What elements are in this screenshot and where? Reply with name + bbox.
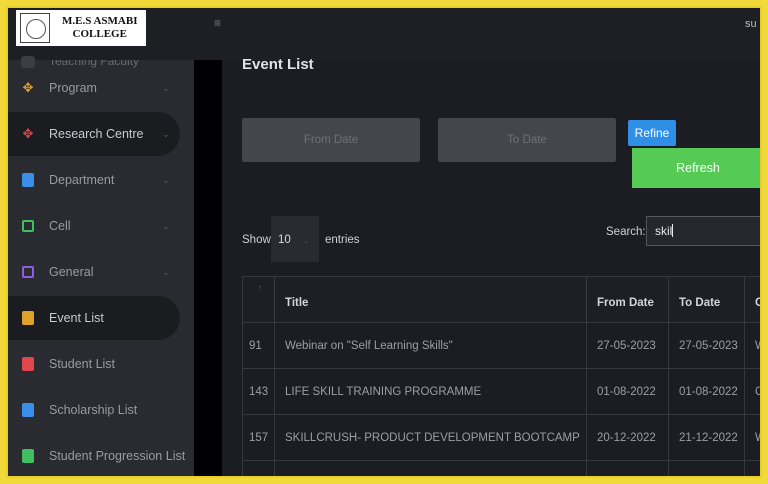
sidebar-item-label: Program bbox=[49, 81, 97, 95]
to-date-input[interactable]: To Date bbox=[438, 118, 616, 162]
sidebar-item-label: Scholarship List bbox=[49, 403, 138, 417]
table-row[interactable]: 178 Platform Skills for Psychologist 04-… bbox=[242, 460, 760, 476]
square-icon bbox=[22, 220, 34, 232]
sidebar-item-research-centre[interactable]: ✥ Research Centre ⌄ bbox=[8, 112, 180, 156]
cell-to-date: 21-12-2022 bbox=[668, 414, 745, 461]
college-seal-icon bbox=[20, 13, 50, 43]
sidebar-item-label: Department bbox=[49, 173, 115, 187]
sidebar-item-label: Student List bbox=[49, 357, 116, 371]
sidebar-item-cell[interactable]: Cell ⌄ bbox=[8, 204, 194, 248]
sidebar-item-student-progression-list[interactable]: Student Progression List bbox=[8, 434, 194, 476]
table-row[interactable]: 143 LIFE SKILL TRAINING PROGRAMME 01-08-… bbox=[242, 368, 760, 415]
sidebar-gutter bbox=[194, 60, 222, 476]
sidebar-item-general[interactable]: General ⌄ bbox=[8, 250, 194, 294]
college-name-line1: M.E.S ASMABI bbox=[62, 15, 138, 27]
sidebar-item-label: Event List bbox=[49, 311, 104, 325]
cell-category: We bbox=[744, 460, 760, 476]
document-icon bbox=[22, 311, 34, 325]
sidebar-item-label: Student Progression List bbox=[49, 449, 186, 463]
column-header-category[interactable]: Ca bbox=[744, 276, 760, 323]
college-name: M.E.S ASMABI COLLEGE bbox=[62, 15, 138, 41]
square-icon bbox=[22, 266, 34, 278]
top-bar: M.E.S ASMABI COLLEGE ≡ su bbox=[8, 8, 760, 60]
chevron-down-icon: ⌄ bbox=[162, 82, 170, 93]
document-icon bbox=[22, 403, 34, 417]
cell-title: SKILLCRUSH- PRODUCT DEVELOPMENT BOOTCAMP bbox=[274, 414, 587, 461]
gear-dots-icon: ✥ bbox=[22, 126, 34, 141]
cell-to-date: 01-08-2022 bbox=[668, 368, 745, 415]
cell-category: We bbox=[744, 322, 760, 369]
hamburger-icon[interactable]: ≡ bbox=[214, 16, 221, 30]
sidebar-item-label: Research Centre bbox=[49, 127, 144, 141]
text-caret bbox=[672, 224, 674, 237]
cell-category: Ot bbox=[744, 368, 760, 415]
table-row[interactable]: 91 Webinar on "Self Learning Skills" 27-… bbox=[242, 322, 760, 369]
cell-from-date: 04-12-2022 bbox=[586, 460, 669, 476]
sidebar-item-label: Cell bbox=[49, 219, 71, 233]
cell-title: Platform Skills for Psychologist bbox=[274, 460, 587, 476]
cell-id: 157 bbox=[242, 414, 275, 461]
search-value: skil bbox=[655, 224, 673, 238]
cell-to-date: 27-05-2023 bbox=[668, 322, 745, 369]
from-date-input[interactable]: From Date bbox=[242, 118, 420, 162]
cell-title: LIFE SKILL TRAINING PROGRAMME bbox=[274, 368, 587, 415]
cell-id: 91 bbox=[242, 322, 275, 369]
show-label: Show bbox=[242, 234, 271, 246]
sidebar-item-department[interactable]: Department ⌄ bbox=[8, 158, 194, 202]
user-menu[interactable]: su bbox=[745, 18, 757, 30]
cell-from-date: 01-08-2022 bbox=[586, 368, 669, 415]
cell-category: Wo bbox=[744, 414, 760, 461]
cell-id: 143 bbox=[242, 368, 275, 415]
sidebar-item-student-list[interactable]: Student List bbox=[8, 342, 194, 386]
sort-arrow-icon[interactable]: ↑ bbox=[242, 276, 275, 323]
page-title: Event List bbox=[242, 56, 314, 73]
gear-dots-icon: ✥ bbox=[22, 80, 34, 95]
document-icon bbox=[22, 449, 34, 463]
entries-value: 10 bbox=[278, 234, 291, 246]
cell-from-date: 20-12-2022 bbox=[586, 414, 669, 461]
college-logo[interactable]: M.E.S ASMABI COLLEGE bbox=[16, 10, 146, 46]
entries-select[interactable]: 10 ⌄ bbox=[271, 216, 319, 262]
chevron-down-icon: ⌄ bbox=[162, 220, 170, 231]
main-content: Event List From Date To Date Refine Refr… bbox=[222, 56, 760, 476]
chevron-down-icon: ⌄ bbox=[162, 174, 170, 185]
entries-label: entries bbox=[325, 234, 360, 246]
cell-id: 178 bbox=[242, 460, 275, 476]
cell-to-date: 18-01-2023 bbox=[668, 460, 745, 476]
sidebar-item-label: General bbox=[49, 265, 94, 279]
column-header-from-date[interactable]: From Date bbox=[586, 276, 669, 323]
cell-from-date: 27-05-2023 bbox=[586, 322, 669, 369]
chevron-down-icon: ⌄ bbox=[162, 266, 170, 277]
sidebar-item-event-list[interactable]: Event List bbox=[8, 296, 180, 340]
table-header-row: ↑ Title From Date To Date Ca bbox=[242, 276, 760, 323]
refresh-button[interactable]: Refresh bbox=[632, 148, 760, 188]
search-label: Search: bbox=[606, 226, 646, 238]
document-icon bbox=[22, 173, 34, 187]
column-header-title[interactable]: Title bbox=[274, 276, 587, 323]
events-table: ↑ Title From Date To Date Ca 91 Webinar … bbox=[242, 276, 760, 476]
college-name-line2: COLLEGE bbox=[72, 28, 127, 40]
column-header-to-date[interactable]: To Date bbox=[668, 276, 745, 323]
app-window: M.E.S ASMABI COLLEGE ≡ su Teaching Facul… bbox=[6, 6, 762, 478]
cell-title: Webinar on "Self Learning Skills" bbox=[274, 322, 587, 369]
search-input[interactable]: skil bbox=[646, 216, 760, 246]
document-icon bbox=[22, 357, 34, 371]
chevron-down-icon: ⌄ bbox=[162, 128, 170, 139]
table-row[interactable]: 157 SKILLCRUSH- PRODUCT DEVELOPMENT BOOT… bbox=[242, 414, 760, 461]
refine-button[interactable]: Refine bbox=[628, 120, 676, 146]
sidebar-item-scholarship-list[interactable]: Scholarship List bbox=[8, 388, 194, 432]
chevron-down-icon: ⌄ bbox=[303, 236, 310, 245]
sidebar-item-program[interactable]: ✥ Program ⌄ bbox=[8, 66, 194, 110]
sidebar: Teaching Faculty ✥ Program ⌄ ✥ Research … bbox=[8, 56, 194, 476]
